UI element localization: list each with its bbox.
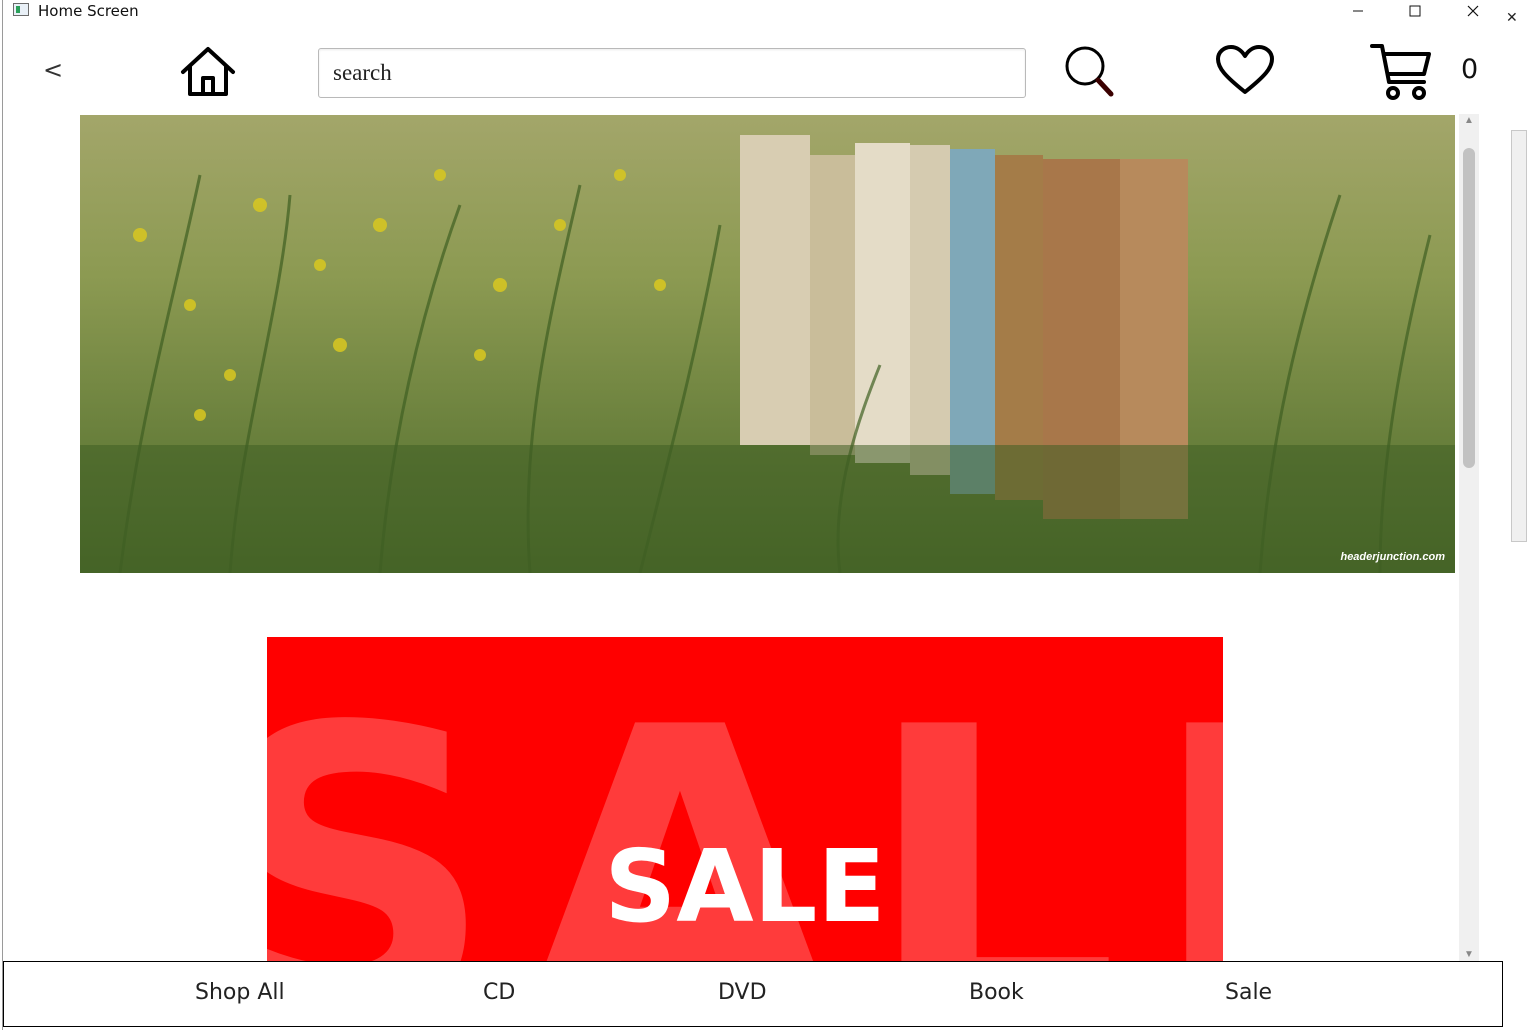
home-icon bbox=[181, 47, 235, 96]
banner-watermark: headerjunction.com bbox=[1340, 551, 1445, 563]
back-button[interactable]: < bbox=[43, 58, 63, 82]
app-icon bbox=[13, 3, 29, 16]
cart-count: 0 bbox=[1461, 54, 1479, 85]
sale-title: SALE bbox=[604, 828, 886, 945]
vertical-scrollbar[interactable]: ▲ ▼ bbox=[1459, 114, 1505, 962]
nav-sale[interactable]: Sale bbox=[1225, 980, 1272, 1005]
search-button[interactable] bbox=[1063, 44, 1115, 103]
search-input[interactable] bbox=[318, 48, 1026, 98]
scrollbar-track[interactable]: ▲ ▼ bbox=[1459, 114, 1479, 962]
maximize-icon bbox=[1409, 5, 1421, 17]
favorites-button[interactable] bbox=[1215, 44, 1275, 101]
scroll-up-icon[interactable]: ▲ bbox=[1463, 116, 1475, 126]
app-window: Home Screen < search 0 headerjunction.co… bbox=[2, 0, 1506, 1030]
hero-banner-image: headerjunction.com bbox=[80, 115, 1455, 573]
close-icon bbox=[1467, 5, 1479, 17]
nav-dvd[interactable]: DVD bbox=[718, 980, 767, 1005]
nav-shop-all[interactable]: Shop All bbox=[195, 980, 285, 1005]
background-close-icon[interactable]: ✕ bbox=[1506, 10, 1518, 26]
scroll-down-icon[interactable]: ▼ bbox=[1463, 950, 1475, 960]
toolbar: < search 0 bbox=[3, 22, 1505, 114]
magnifier-icon bbox=[1065, 46, 1114, 97]
content-area: headerjunction.com SALE SALE bbox=[3, 114, 1459, 962]
sale-banner[interactable]: SALE SALE bbox=[267, 637, 1223, 962]
minimize-button[interactable] bbox=[1335, 0, 1381, 22]
heart-icon bbox=[1216, 45, 1274, 94]
books-in-grass-photo bbox=[80, 115, 1455, 573]
scrollbar-thumb[interactable] bbox=[1463, 148, 1475, 468]
title-bar: Home Screen bbox=[3, 0, 1505, 22]
minimize-icon bbox=[1353, 10, 1363, 12]
nav-book[interactable]: Book bbox=[969, 980, 1024, 1005]
window-title: Home Screen bbox=[38, 2, 139, 20]
background-scrollbar[interactable] bbox=[1511, 130, 1527, 542]
cart-icon bbox=[1370, 44, 1431, 100]
cart-button[interactable] bbox=[1369, 40, 1433, 107]
close-button[interactable] bbox=[1450, 0, 1496, 22]
nav-cd[interactable]: CD bbox=[483, 980, 515, 1005]
maximize-button[interactable] bbox=[1392, 0, 1438, 22]
bottom-navigation: Shop All CD DVD Book Sale bbox=[3, 961, 1503, 1027]
home-button[interactable] bbox=[179, 46, 237, 103]
